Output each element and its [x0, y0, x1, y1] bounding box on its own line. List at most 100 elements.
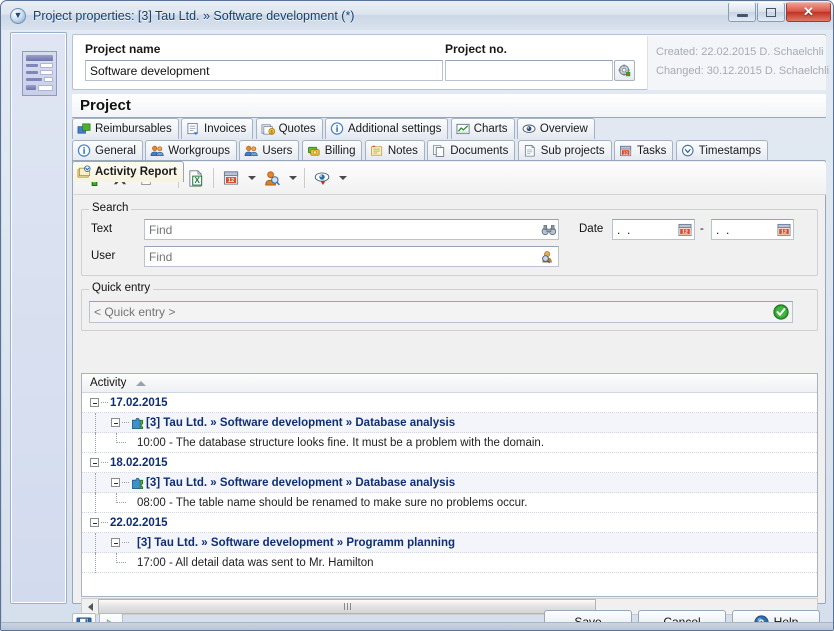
close-button[interactable]: ✕	[786, 2, 831, 22]
tab-reimbursables[interactable]: Reimbursables	[72, 118, 179, 139]
date-from-picker-icon[interactable]: 12	[676, 221, 693, 238]
project-form-icon[interactable]	[22, 51, 57, 96]
date-range-separator: -	[700, 223, 704, 235]
tab-users[interactable]: Users	[239, 140, 299, 161]
tab-row-primary: General Workgroups	[72, 140, 826, 161]
billing-icon	[307, 144, 322, 158]
entry-expander[interactable]	[111, 538, 120, 547]
note-separator: -	[169, 497, 173, 509]
eye-icon	[522, 122, 537, 136]
list-item[interactable]: [3] Tau Ltd. » Software development » Da…	[82, 473, 817, 493]
quick-entry-group: Quick entry	[81, 289, 818, 331]
info-icon	[330, 122, 345, 136]
chart-icon	[456, 122, 471, 136]
activity-project: [3] Tau Ltd. » Software development » Da…	[146, 477, 455, 489]
tab-documents[interactable]: Documents	[427, 140, 515, 161]
note-time: 08:00	[137, 497, 166, 509]
user-filter-menu-button[interactable]	[285, 165, 300, 191]
invoices-icon	[186, 122, 201, 136]
users-icon	[244, 144, 259, 158]
entry-expander[interactable]	[111, 478, 120, 487]
page-title-bar: Project	[72, 94, 826, 118]
date-filter-menu-button[interactable]	[244, 165, 259, 191]
binoculars-icon[interactable]	[539, 221, 558, 238]
tab-label: Charts	[474, 123, 508, 135]
documents-icon	[432, 144, 447, 158]
quick-entry-input[interactable]	[89, 301, 793, 323]
tab-notes[interactable]: Notes	[365, 140, 425, 161]
note-time: 10:00	[137, 437, 166, 449]
tab-workgroups[interactable]: Workgroups	[145, 140, 237, 161]
activity-date: 18.02.2015	[110, 457, 168, 469]
activity-column-header: Activity	[90, 377, 126, 389]
left-nav-inner	[12, 34, 65, 602]
activity-date: 22.02.2015	[110, 517, 168, 529]
view-button[interactable]	[309, 165, 335, 191]
window-controls: ✕	[728, 2, 831, 22]
tab-label: Additional settings	[348, 123, 441, 135]
activity-list-body: 17.02.2015	[82, 393, 817, 576]
project-no-input[interactable]	[445, 60, 613, 81]
user-search-icon	[264, 170, 280, 187]
user-filter-button[interactable]	[259, 165, 285, 191]
tab-tasks[interactable]: 12 Tasks	[614, 140, 673, 161]
created-line: Created: 22.02.2015 D. Schaelchli	[656, 46, 824, 58]
tab-quotes[interactable]: $ Quotes	[256, 118, 323, 139]
user-search-icon[interactable]	[539, 248, 558, 265]
tab-activity-report[interactable]: Activity Report	[72, 161, 184, 182]
search-user-input[interactable]	[144, 246, 559, 267]
date-filter-button[interactable]: 12	[218, 165, 244, 191]
search-user-label: User	[91, 250, 115, 262]
group-expander[interactable]	[90, 458, 99, 467]
sort-ascending-icon	[136, 381, 146, 386]
eye-icon	[314, 170, 331, 186]
chevron-circle-icon: ▼	[10, 8, 26, 24]
list-item[interactable]: 08:00 - The table name should be renamed…	[82, 493, 817, 513]
minimize-button[interactable]	[728, 2, 756, 22]
svg-text:12: 12	[623, 150, 629, 155]
tab-label: Users	[262, 145, 292, 157]
export-excel-button[interactable]: X	[183, 165, 209, 191]
activity-date: 17.02.2015	[110, 397, 168, 409]
info-icon	[77, 144, 92, 158]
calendar-icon: 12	[223, 170, 240, 186]
main-panel: Project name Project no.	[72, 32, 826, 604]
list-item[interactable]: 10:00 - The database structure looks fin…	[82, 433, 817, 453]
tab-billing[interactable]: Billing	[302, 140, 363, 161]
group-expander[interactable]	[90, 398, 99, 407]
note-time: 17:00	[137, 557, 166, 569]
tab-timestamps[interactable]: Timestamps	[676, 140, 768, 161]
list-item[interactable]: 17:00 - All detail data was sent to Mr. …	[82, 553, 817, 573]
search-text-label: Text	[91, 223, 112, 235]
tab-label: Sub projects	[541, 145, 605, 157]
tab-additional-settings[interactable]: Additional settings	[325, 118, 448, 139]
quick-entry-confirm-button[interactable]	[772, 303, 790, 321]
tab-invoices[interactable]: Invoices	[181, 118, 253, 139]
list-item[interactable]: 22.02.2015	[82, 513, 817, 533]
tab-sub-projects[interactable]: Sub projects	[518, 140, 612, 161]
search-text-input[interactable]	[144, 219, 559, 240]
date-to-picker-icon[interactable]: 12	[775, 221, 792, 238]
tab-label: Documents	[450, 145, 508, 157]
chevron-down-icon	[248, 176, 256, 180]
view-menu-button[interactable]	[335, 165, 350, 191]
activity-list-header[interactable]: Activity	[82, 374, 817, 393]
group-expander[interactable]	[90, 518, 99, 527]
list-item[interactable]: 18.02.2015	[82, 453, 817, 473]
tab-general[interactable]: General	[72, 140, 143, 161]
entry-expander[interactable]	[111, 418, 120, 427]
tab-row-secondary: Reimbursables Invoices	[72, 118, 826, 139]
window-client-area: Project name Project no.	[2, 30, 834, 631]
maximize-button[interactable]	[757, 2, 785, 22]
project-no-label: Project no.	[445, 42, 507, 56]
list-item[interactable]: [3] Tau Ltd. » Software development » Pr…	[82, 533, 817, 553]
svg-text:12: 12	[682, 229, 688, 235]
tab-charts[interactable]: Charts	[451, 118, 515, 139]
check-circle-icon	[773, 304, 789, 320]
tab-overview[interactable]: Overview	[517, 118, 595, 139]
note-text: The database structure looks fine. It mu…	[176, 437, 544, 449]
list-item[interactable]: [3] Tau Ltd. » Software development » Da…	[82, 413, 817, 433]
project-name-input[interactable]	[85, 60, 443, 81]
project-no-settings-button[interactable]	[614, 60, 635, 81]
list-item[interactable]: 17.02.2015	[82, 393, 817, 413]
